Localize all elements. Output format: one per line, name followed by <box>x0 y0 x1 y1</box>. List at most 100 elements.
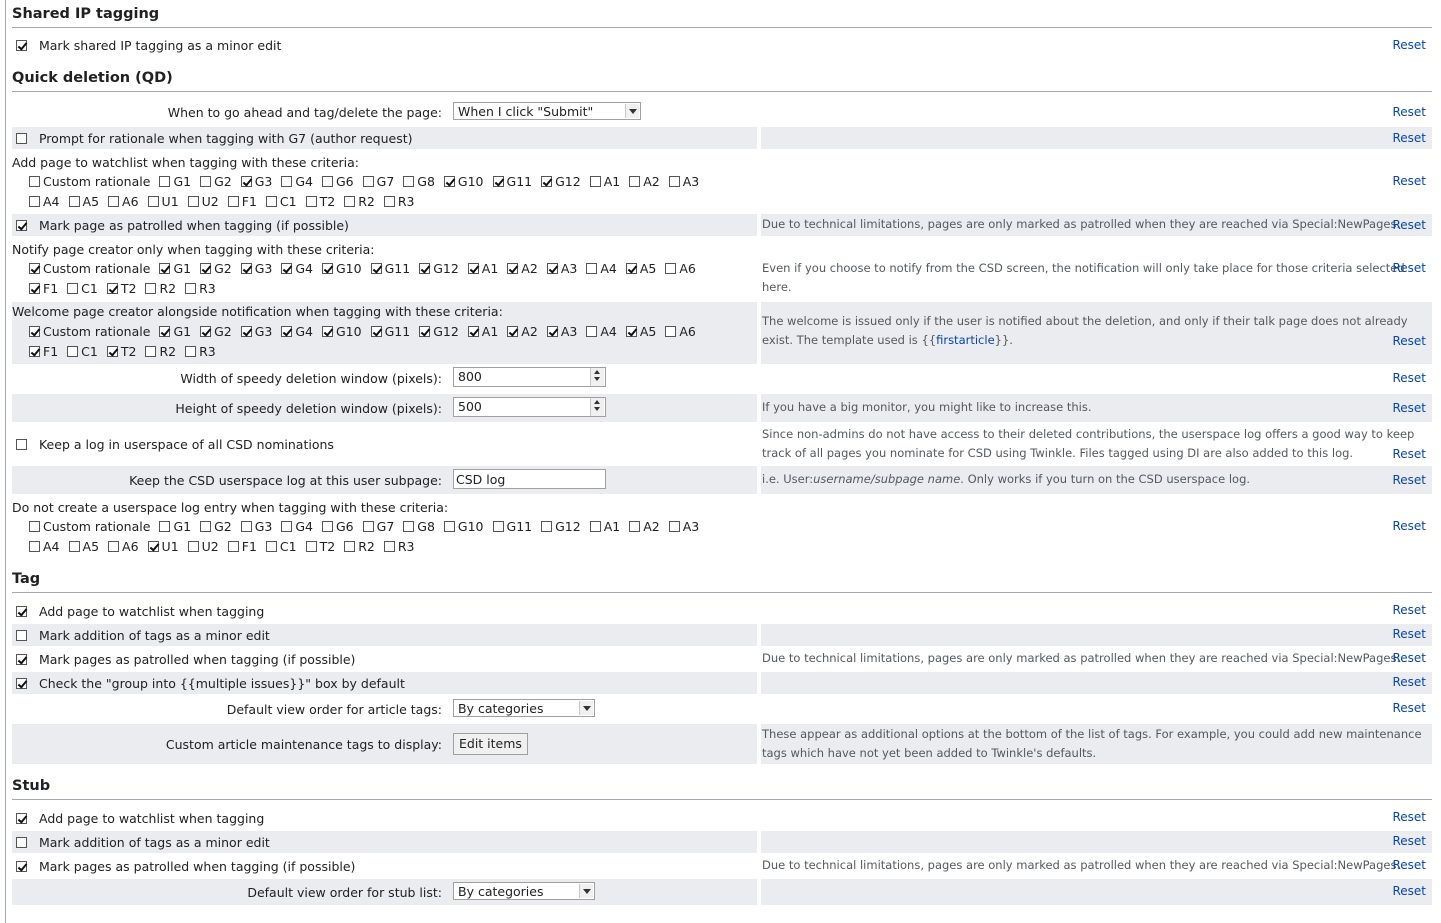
tag-watch-checkbox-label[interactable]: Add page to watchlist when tagging <box>16 604 264 619</box>
criterion-option[interactable]: T2 <box>305 194 335 209</box>
tag-group-checkbox-label[interactable]: Check the "group into {{multiple issues}… <box>16 676 405 691</box>
reset-link[interactable]: Reset <box>1392 834 1426 848</box>
reset-link[interactable]: Reset <box>1392 334 1426 348</box>
criterion-option[interactable]: A5 <box>68 539 99 554</box>
criterion-checkbox[interactable] <box>383 196 395 207</box>
criterion-option[interactable]: R2 <box>145 281 176 296</box>
qd-height-input[interactable]: 500 <box>453 397 606 417</box>
criterion-option[interactable]: A2 <box>507 324 538 339</box>
criterion-option[interactable]: C1 <box>265 539 297 554</box>
criterion-checkbox[interactable] <box>159 263 171 274</box>
criterion-option[interactable]: A3 <box>546 261 577 276</box>
criterion-option[interactable]: G3 <box>240 519 272 534</box>
criterion-checkbox[interactable] <box>68 196 80 207</box>
reset-link[interactable]: Reset <box>1392 603 1426 617</box>
spinner-icon[interactable] <box>590 398 604 416</box>
criterion-option[interactable]: G12 <box>419 324 459 339</box>
criterion-option[interactable]: G1 <box>159 174 191 189</box>
tag-patrol-checkbox-label[interactable]: Mark pages as patrolled when tagging (if… <box>16 652 355 667</box>
criterion-checkbox[interactable] <box>344 196 356 207</box>
criterion-checkbox[interactable] <box>29 196 40 207</box>
criterion-checkbox[interactable] <box>67 283 79 294</box>
criterion-checkbox[interactable] <box>322 263 333 274</box>
criterion-checkbox[interactable] <box>185 346 197 357</box>
criterion-checkbox[interactable] <box>344 541 356 552</box>
criterion-option[interactable]: G11 <box>492 519 532 534</box>
criterion-option[interactable]: A2 <box>507 261 538 276</box>
criterion-option[interactable]: G1 <box>159 261 191 276</box>
criterion-checkbox[interactable] <box>322 521 333 532</box>
criterion-checkbox[interactable] <box>370 263 382 274</box>
criterion-option[interactable]: A4 <box>29 539 60 554</box>
criterion-option[interactable]: A5 <box>625 324 656 339</box>
criterion-option[interactable]: A1 <box>589 174 620 189</box>
criterion-option[interactable]: Custom rationale <box>29 261 150 276</box>
criterion-checkbox[interactable] <box>145 283 157 294</box>
criterion-option[interactable]: R3 <box>185 344 216 359</box>
criterion-option[interactable]: A5 <box>625 261 656 276</box>
criterion-checkbox[interactable] <box>108 196 120 207</box>
criterion-checkbox[interactable] <box>67 346 79 357</box>
criterion-option[interactable]: G3 <box>240 324 272 339</box>
criterion-option[interactable]: G1 <box>159 324 191 339</box>
criterion-option[interactable]: G8 <box>403 519 435 534</box>
criterion-checkbox[interactable] <box>187 196 199 207</box>
criterion-checkbox[interactable] <box>668 176 680 187</box>
criterion-option[interactable]: A1 <box>467 261 498 276</box>
criterion-checkbox[interactable] <box>240 521 252 532</box>
criterion-checkbox[interactable] <box>159 521 171 532</box>
criterion-option[interactable]: F1 <box>29 344 58 359</box>
qd-prompt-g7-checkbox-label[interactable]: Prompt for rationale when tagging with G… <box>16 131 413 146</box>
criterion-option[interactable]: G2 <box>200 324 232 339</box>
criterion-checkbox[interactable] <box>305 196 317 207</box>
criterion-checkbox[interactable] <box>541 521 553 532</box>
criterion-checkbox[interactable] <box>200 263 212 274</box>
stub-patrol-checkbox-label[interactable]: Mark pages as patrolled when tagging (if… <box>16 859 355 874</box>
criterion-checkbox[interactable] <box>227 196 239 207</box>
criterion-checkbox[interactable] <box>281 176 293 187</box>
criterion-checkbox[interactable] <box>625 326 637 337</box>
criterion-checkbox[interactable] <box>443 521 455 532</box>
reset-link[interactable]: Reset <box>1392 675 1426 689</box>
criterion-checkbox[interactable] <box>29 326 40 337</box>
criterion-checkbox[interactable] <box>200 521 212 532</box>
criterion-checkbox[interactable] <box>546 263 558 274</box>
edit-items-button[interactable]: Edit items <box>453 733 528 755</box>
criterion-option[interactable]: G12 <box>419 261 459 276</box>
qd-when-select[interactable]: When I click "Submit" <box>453 102 641 120</box>
criterion-option[interactable]: G7 <box>362 519 394 534</box>
reset-link[interactable]: Reset <box>1392 401 1426 415</box>
qd-width-input[interactable]: 800 <box>453 367 606 387</box>
criterion-option[interactable]: R3 <box>383 539 414 554</box>
criterion-checkbox[interactable] <box>403 176 415 187</box>
criterion-checkbox[interactable] <box>668 521 680 532</box>
criterion-checkbox[interactable] <box>227 541 239 552</box>
reset-link[interactable]: Reset <box>1392 810 1426 824</box>
stub-watch-checkbox-label[interactable]: Add page to watchlist when tagging <box>16 811 264 826</box>
criterion-checkbox[interactable] <box>200 326 212 337</box>
criterion-checkbox[interactable] <box>29 176 40 187</box>
criterion-option[interactable]: T2 <box>305 539 335 554</box>
reset-link[interactable]: Reset <box>1392 261 1426 275</box>
criterion-option[interactable]: G8 <box>403 174 435 189</box>
criterion-option[interactable]: Custom rationale <box>29 324 150 339</box>
criterion-checkbox[interactable] <box>322 326 333 337</box>
criterion-option[interactable]: G4 <box>281 519 313 534</box>
criterion-checkbox[interactable] <box>589 521 601 532</box>
criterion-option[interactable]: R3 <box>383 194 414 209</box>
qd-patrol-checkbox-label[interactable]: Mark page as patrolled when tagging (if … <box>16 218 349 233</box>
criterion-checkbox[interactable] <box>200 176 212 187</box>
criterion-checkbox[interactable] <box>546 326 558 337</box>
stub-minor-checkbox-label[interactable]: Mark addition of tags as a minor edit <box>16 835 270 850</box>
criterion-checkbox[interactable] <box>467 263 479 274</box>
criterion-option[interactable]: R2 <box>344 194 375 209</box>
criterion-checkbox[interactable] <box>106 346 118 357</box>
criterion-option[interactable]: R2 <box>145 344 176 359</box>
criterion-checkbox[interactable] <box>403 521 415 532</box>
criterion-checkbox[interactable] <box>147 541 159 552</box>
reset-link[interactable]: Reset <box>1392 371 1426 385</box>
criterion-checkbox[interactable] <box>145 346 157 357</box>
qd-subpage-input[interactable]: CSD log <box>453 469 606 489</box>
criterion-checkbox[interactable] <box>106 283 118 294</box>
criterion-option[interactable]: G6 <box>322 174 354 189</box>
